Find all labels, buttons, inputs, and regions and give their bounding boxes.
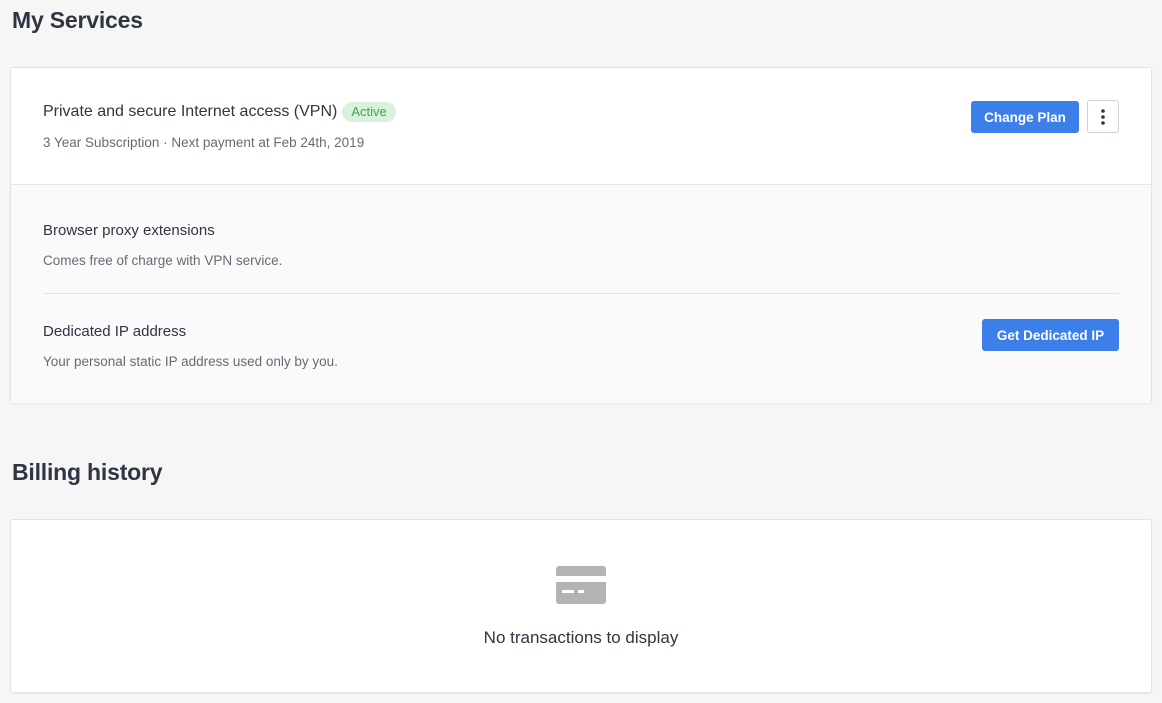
more-vertical-icon — [1101, 108, 1105, 125]
vpn-title-row: Private and secure Internet access (VPN)… — [43, 102, 396, 122]
more-options-button[interactable] — [1087, 100, 1119, 133]
addon-description-dedicated-ip: Your personal static IP address used onl… — [43, 354, 338, 369]
vpn-service-row: Private and secure Internet access (VPN)… — [11, 68, 1151, 185]
get-dedicated-ip-button[interactable]: Get Dedicated IP — [982, 319, 1119, 351]
addons-section: Browser proxy extensions Comes free of c… — [11, 185, 1151, 403]
vpn-title: Private and secure Internet access (VPN) — [43, 103, 338, 120]
change-plan-button[interactable]: Change Plan — [971, 101, 1079, 133]
addon-title-dedicated-ip: Dedicated IP address — [43, 323, 187, 340]
billing-title: Billing history — [12, 459, 163, 485]
billing-card: No transactions to display — [10, 519, 1152, 693]
page: My Services Private and secure Internet … — [0, 0, 1162, 703]
vpn-subscription-info: 3 Year Subscription · Next payment at Fe… — [43, 135, 365, 150]
addon-description-browser-proxy: Comes free of charge with VPN service. — [43, 253, 283, 268]
services-title: My Services — [12, 7, 143, 33]
credit-card-icon — [556, 566, 606, 604]
addon-title-browser-proxy: Browser proxy extensions — [43, 222, 215, 239]
divider — [43, 293, 1119, 294]
services-card: Private and secure Internet access (VPN)… — [10, 67, 1152, 403]
status-badge: Active — [342, 102, 396, 122]
empty-state-text: No transactions to display — [483, 628, 679, 647]
